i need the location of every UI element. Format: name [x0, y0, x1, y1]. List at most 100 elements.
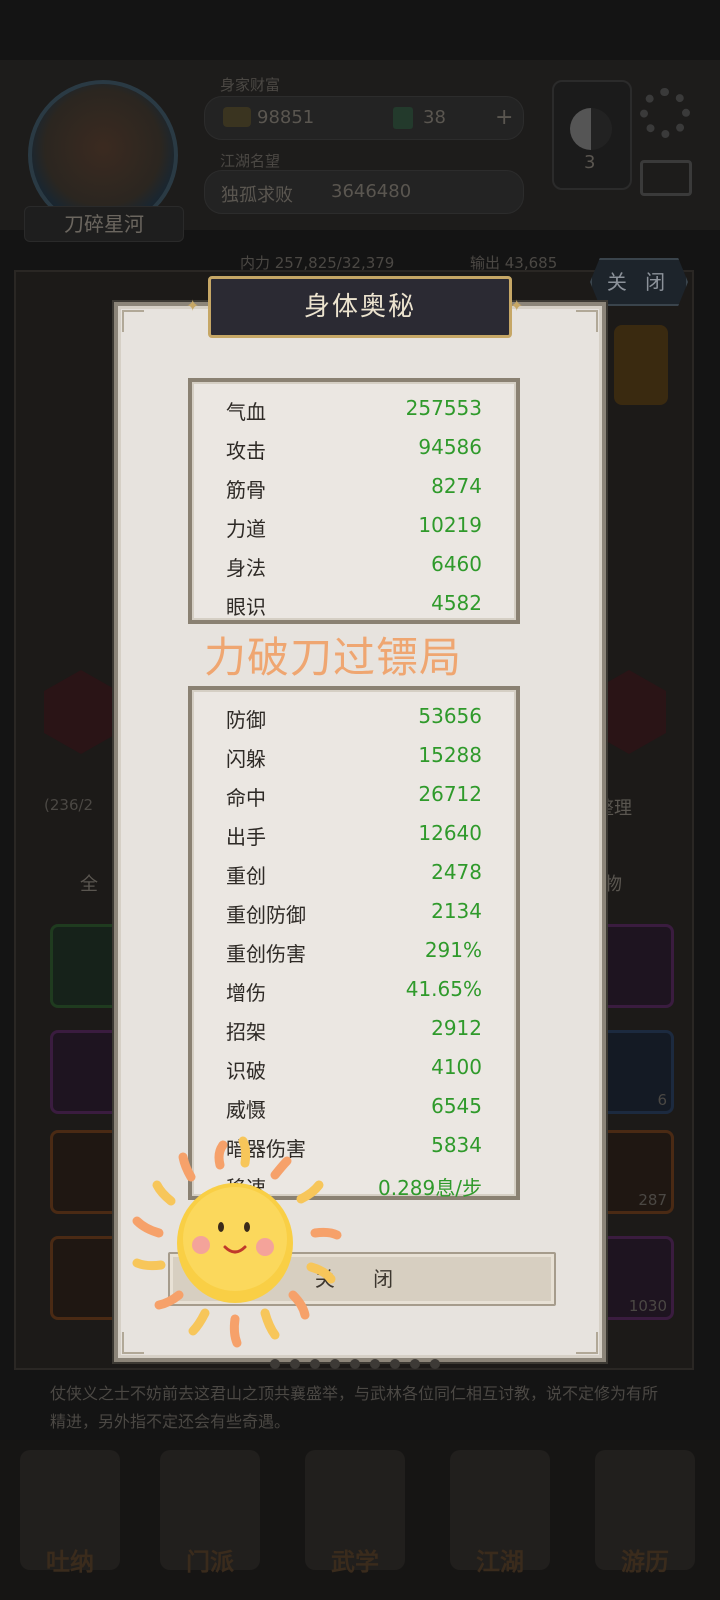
stat-value: 6545 — [431, 1094, 482, 1118]
nav-tuna[interactable]: 吐纳 — [20, 1450, 120, 1576]
nav-label: 武学 — [331, 1548, 379, 1576]
stat-label: 威慑 — [226, 1098, 266, 1122]
stat-row: 身法 6460 — [192, 546, 516, 585]
corner-ornament — [576, 310, 598, 332]
gold-amount: 98851 — [257, 107, 315, 128]
stat-value: 6460 — [431, 552, 482, 576]
stat-row: 闪躲 15288 — [192, 737, 516, 776]
stat-value: 41.65% — [405, 977, 482, 1001]
gear-icon[interactable] — [640, 88, 690, 138]
stat-value: 2134 — [431, 899, 482, 923]
nav-label: 游历 — [621, 1548, 669, 1576]
page-dot — [270, 1359, 280, 1369]
stat-value: 8274 — [431, 474, 482, 498]
stat-row: 眼识 4582 — [192, 585, 516, 624]
stat-label: 筋骨 — [226, 478, 266, 502]
lantern-icon[interactable] — [614, 325, 668, 405]
bottom-navigation: 吐纳 门派 武学 江湖 游历 — [0, 1440, 720, 1600]
stat-value: 15288 — [418, 743, 482, 767]
nav-label: 吐纳 — [46, 1548, 94, 1576]
stat-row: 筋骨 8274 — [192, 468, 516, 507]
stat-label: 眼识 — [226, 595, 266, 619]
stat-label: 力道 — [226, 517, 266, 541]
nav-sect[interactable]: 门派 — [160, 1450, 260, 1576]
secondary-stats-box: 防御 53656 闪躲 15288 命中 26712 出手 12640 重创 2… — [188, 686, 520, 1200]
fame-score: 3646480 — [331, 181, 412, 202]
jade-icon — [393, 107, 413, 129]
stat-label: 识破 — [226, 1059, 266, 1083]
filter-all-tab[interactable]: 全 — [80, 870, 98, 896]
watermark-text: 力破刀过镖局 — [204, 633, 463, 682]
stat-row: 命中 26712 — [192, 776, 516, 815]
slot-count: 6 — [657, 1091, 667, 1109]
stat-value: 0.289息/步 — [378, 1176, 482, 1200]
stat-label: 重创伤害 — [226, 942, 306, 966]
nav-travel[interactable]: 游历 — [595, 1450, 695, 1576]
stat-label: 增伤 — [226, 981, 266, 1005]
sun-sticker-icon — [132, 1136, 342, 1348]
slot-count: 1030 — [628, 1297, 667, 1315]
yin-yang-icon — [570, 108, 612, 150]
fame-label: 江湖名望 — [220, 152, 281, 170]
add-currency-icon[interactable]: + — [495, 105, 513, 130]
stat-row: 攻击 94586 — [192, 429, 516, 468]
stat-row: 重创 2478 — [192, 854, 516, 893]
story-text: 仗侠义之士不妨前去这君山之顶共襄盛举，与武林各位同仁相互讨教，说不定修为有所精进… — [50, 1384, 659, 1431]
stat-row: 增伤 41.65% — [192, 971, 516, 1010]
stat-label: 身法 — [226, 556, 266, 580]
stat-value: 53656 — [418, 704, 482, 728]
stat-value: 291% — [424, 938, 482, 962]
stat-row: 威慑 6545 — [192, 1088, 516, 1127]
primary-stats-box: 气血 257553 攻击 94586 筋骨 8274 力道 10219 身法 6… — [188, 378, 520, 624]
stat-value: 10219 — [418, 513, 482, 537]
title-ornament-icon: ✦ — [510, 296, 524, 315]
stat-value: 26712 — [418, 782, 482, 806]
stat-value: 2912 — [431, 1016, 482, 1040]
mail-icon[interactable] — [640, 160, 692, 196]
stat-row: 气血 257553 — [192, 390, 516, 429]
stat-label: 招架 — [226, 1020, 266, 1044]
page-dot — [290, 1359, 300, 1369]
currency-bar: 98851 38 + — [204, 96, 524, 140]
gold-ingot-icon — [223, 107, 251, 127]
stat-label: 闪躲 — [226, 747, 266, 771]
slot-count: 287 — [638, 1191, 667, 1209]
stat-value: 4100 — [431, 1055, 482, 1079]
nav-label: 江湖 — [476, 1548, 524, 1576]
corner-ornament — [576, 1332, 598, 1354]
page-indicator — [270, 1354, 470, 1370]
title-ornament-icon: ✦ — [186, 296, 200, 315]
nav-jianghu[interactable]: 江湖 — [450, 1450, 550, 1576]
stat-label: 攻击 — [226, 439, 266, 463]
corner-ornament — [122, 310, 144, 332]
stat-value: 4582 — [431, 591, 482, 615]
page-dot — [390, 1359, 400, 1369]
nav-label: 门派 — [186, 1548, 234, 1576]
filter-item-tab[interactable]: 物 — [604, 870, 622, 896]
stat-label: 重创防御 — [226, 903, 306, 927]
player-name: 刀碎星河 — [24, 206, 184, 242]
stat-value: 12640 — [418, 821, 482, 845]
stat-row: 招架 2912 — [192, 1010, 516, 1049]
stat-label: 出手 — [226, 825, 266, 849]
stat-row: 防御 53656 — [192, 698, 516, 737]
stat-label: 防御 — [226, 708, 266, 732]
stat-label: 重创 — [226, 864, 266, 888]
stat-row: 出手 12640 — [192, 815, 516, 854]
stat-row: 识破 4100 — [192, 1049, 516, 1088]
fame-bar: 独孤求败 3646480 — [204, 170, 524, 214]
stat-row: 力道 10219 — [192, 507, 516, 546]
page-dot — [310, 1359, 320, 1369]
nav-martial-arts[interactable]: 武学 — [305, 1450, 405, 1576]
jade-amount: 38 — [423, 107, 446, 128]
fame-title: 独孤求败 — [221, 185, 293, 206]
stat-row: 重创伤害 291% — [192, 932, 516, 971]
outer-close-button[interactable]: 关 闭 — [590, 258, 688, 306]
stat-value: 257553 — [405, 396, 482, 420]
modal-title: 身体奥秘 — [208, 276, 512, 338]
stat-label: 命中 — [226, 786, 266, 810]
page-dot — [430, 1359, 440, 1369]
page-dot — [330, 1359, 340, 1369]
taiji-level: 3 — [584, 152, 596, 173]
page-dot — [350, 1359, 360, 1369]
